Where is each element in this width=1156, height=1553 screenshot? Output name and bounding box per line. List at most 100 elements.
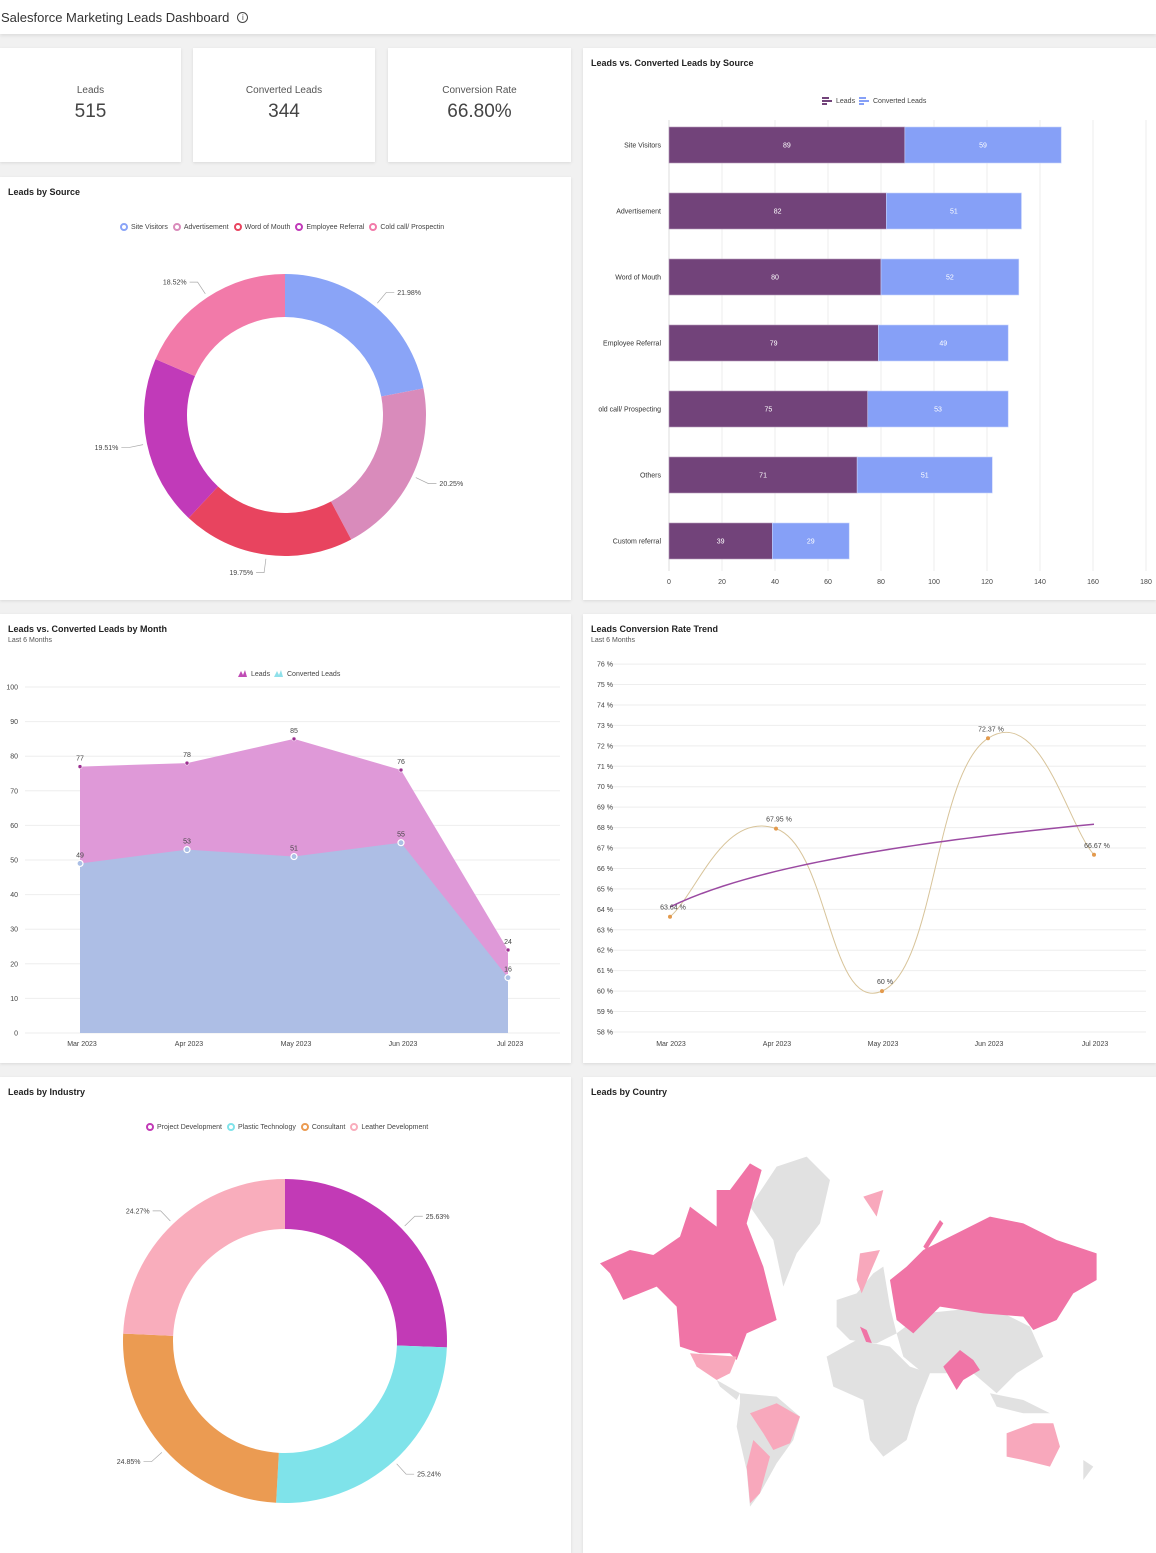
donut-slice [155,274,285,377]
y-tick-label: 70 [10,788,18,795]
line-chart: 58 % 59 % 60 % 61 % 62 % 63 % 64 % 65 % 66 % 67 %… [597,662,1146,1048]
x-tick-label: 180 [1140,579,1152,586]
y-tick-label: 76 % [597,662,613,669]
x-tick-label: 120 [981,579,993,586]
bar-value-label: 75 [764,407,772,414]
y-tick-label: 69 % [597,805,613,812]
legend-item[interactable]: Cold call/ Prospectin [369,223,444,231]
kpi-label: Conversion Rate [442,85,517,96]
bar-value-label: 52 [946,275,954,282]
y-tick-label: 0 [14,1031,18,1038]
data-label: 72.37 % [978,726,1004,733]
data-label: 63.64 % [660,905,686,912]
legend-label: Project Development [157,1123,222,1131]
world-map [599,1156,1097,1507]
data-point [668,914,672,919]
leader-line [143,1452,163,1463]
y-tick-label: 66 % [597,866,613,873]
category-label: Others [640,473,662,480]
legend-item[interactable]: Leather Development [350,1123,428,1131]
leader-line [404,1215,423,1227]
legend-label: Word of Mouth [244,223,291,231]
chart-legend: Project Development Plastic Technology Con… [146,1123,428,1131]
legend-item[interactable]: Site Visitors [120,223,168,231]
y-tick-label: 10 [10,996,18,1003]
legend-item[interactable]: Project Development [146,1123,222,1131]
legend-item[interactable]: Advertisement [172,223,229,231]
donut-slice [188,486,352,556]
data-label: 55 [397,832,405,839]
category-label: old call/ Prospecting [598,407,661,414]
slice-label: 20.25% [439,481,463,488]
y-tick-label: 40 [10,892,18,899]
bar-value-label: 49 [939,341,947,348]
x-tick-label: Jun 2023 [389,1041,418,1048]
legend-marker-icon [233,223,242,231]
slice-label: 25.24% [417,1472,441,1479]
data-label: 85 [290,728,298,735]
y-tick-label: 80 [10,754,18,761]
legend-item[interactable]: Plastic Technology [226,1123,296,1131]
data-label: 53 [183,839,191,846]
y-tick-label: 60 [10,823,18,830]
bar-chart: 0 20 40 60 80 100 120 140 160 180 Site Visitors 89 5… [598,97,1152,586]
data-point [77,764,83,769]
data-point [1092,852,1096,857]
legend-label: Cold call/ Prospectin [380,223,445,231]
legend-bar-icon [859,103,864,105]
legend-label: Site Visitors [131,223,168,231]
category-label: Advertisement [616,209,661,216]
chart-title: Leads Conversion Rate Trend [591,624,719,634]
donut-slice [123,1179,285,1336]
map-new-zealand [1083,1459,1094,1480]
x-tick-label: 0 [667,579,671,586]
data-label: 78 [183,752,191,759]
map-central-america [716,1379,740,1400]
donut-slice [330,388,426,540]
data-label: 76 [397,759,405,766]
bar-value-label: 89 [783,143,791,150]
x-tick-label: 160 [1087,579,1099,586]
slice-label: 24.27% [126,1208,150,1215]
x-tick-label: May 2023 [281,1041,312,1048]
legend-marker-icon [300,1123,309,1131]
legend-marker-icon [146,1123,154,1131]
y-tick-label: 74 % [597,702,613,709]
chart-legend: Site Visitors Advertisement Word of Mouth E… [120,223,444,231]
leader-line [377,292,395,304]
kpi-label: Converted Leads [245,85,323,96]
legend-item[interactable]: Consultant [300,1123,345,1131]
category-label: Custom referral [613,539,662,546]
legend-item[interactable]: Employee Referral [295,223,364,231]
data-point [774,826,778,831]
legend-item[interactable]: Word of Mouth [233,223,291,231]
data-point [290,852,298,861]
kpi-value: 66.80% [447,101,512,122]
dashboard-header: Salesforce Marketing Leads Dashboard i [0,0,1156,34]
legend-bar-icon [822,103,827,105]
data-point [183,846,191,854]
legend-label: Plastic Technology [237,1123,296,1131]
x-tick-label: Apr 2023 [175,1041,204,1048]
legend-marker-icon [120,223,128,231]
x-tick-label: 60 [824,579,832,586]
x-tick-label: 140 [1034,579,1046,586]
leads-by-month-card: 0 10 20 30 40 50 60 70 80 90 100 Mar 2023 Apr 2023 Ma… [0,614,571,1063]
legend-label: Converted Leads [873,98,927,105]
industry-donut-chart: 25.63% 25.24% 24.85% 24.27% [117,1179,450,1503]
slice-label: 18.52% [163,280,187,287]
slice-label: 21.98% [397,290,421,297]
legend-marker-icon [226,1123,235,1131]
legend-marker-icon [172,223,181,231]
x-tick-label: 80 [877,579,885,586]
chart-title: Leads vs. Converted Leads by Month [8,624,168,634]
y-tick-label: 30 [10,927,18,934]
y-tick-label: 59 % [597,1009,613,1016]
legend-label: Employee Referral [306,223,365,231]
leads-by-country-card: Leads by Country [583,1077,1156,1553]
info-icon[interactable]: i [237,11,249,23]
y-tick-label: 61 % [597,968,613,975]
data-point [398,767,404,773]
y-tick-label: 64 % [597,907,613,914]
y-tick-label: 73 % [597,723,613,730]
